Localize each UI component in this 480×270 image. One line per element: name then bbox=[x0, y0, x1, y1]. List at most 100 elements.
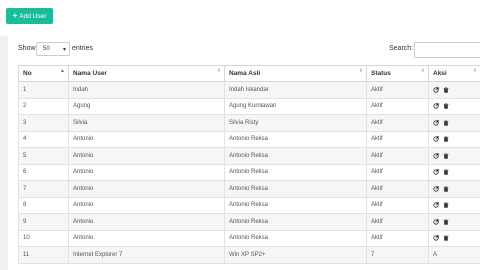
search-label: Search: bbox=[389, 45, 414, 52]
cell-no: 7 bbox=[18, 180, 69, 198]
cell-asli: Antonio Reksa bbox=[224, 180, 367, 198]
cell-user: Antonio bbox=[68, 180, 225, 198]
cell-no: 1 bbox=[18, 81, 69, 99]
cell-no: 2 bbox=[18, 97, 69, 115]
cell-status: Aktif bbox=[366, 97, 429, 115]
cell-status: Aktif bbox=[366, 114, 429, 132]
cell-aksi bbox=[428, 130, 480, 148]
cell-status: Aktif bbox=[366, 163, 429, 181]
sort-icon: ▲ bbox=[60, 68, 65, 74]
sort-icon: ⬍ bbox=[216, 68, 221, 74]
table-row: 8 Antonio Antonio Reksa Aktif bbox=[18, 196, 480, 214]
trash-icon[interactable] bbox=[443, 202, 449, 208]
cell-user: Antonio bbox=[68, 213, 225, 231]
cell-user: Antonio bbox=[68, 229, 225, 247]
show-label: Show bbox=[18, 45, 36, 52]
cell-no: 6 bbox=[18, 163, 69, 181]
cell-user: Antonio bbox=[68, 163, 225, 181]
top-bar: + Add User bbox=[0, 0, 480, 36]
table-header-row: No ▲ Nama User ⬍ Nama Asli ⬍ Status ⬍ Aksi ⬍ bbox=[18, 65, 480, 82]
table-row: 7 Antonio Antonio Reksa Aktif bbox=[18, 180, 480, 198]
trash-icon[interactable] bbox=[443, 186, 449, 192]
cell-status: Aktif bbox=[366, 81, 429, 99]
cell-status: 7 bbox=[366, 246, 429, 264]
table-row: 11 Internet Explorer 7 Win XP SP2+ 7 A bbox=[18, 246, 480, 264]
cell-aksi bbox=[428, 163, 480, 181]
trash-icon[interactable] bbox=[443, 120, 449, 126]
column-header-nama-user[interactable]: Nama User ⬍ bbox=[68, 65, 225, 82]
trash-icon[interactable] bbox=[443, 136, 449, 142]
trash-icon[interactable] bbox=[443, 87, 449, 93]
cell-no: 4 bbox=[18, 130, 69, 148]
entries-label: entries bbox=[72, 45, 94, 52]
table-row: 3 Silvia Silvia Risty Aktif bbox=[18, 114, 480, 132]
edit-icon[interactable] bbox=[433, 152, 439, 159]
edit-icon[interactable] bbox=[433, 218, 439, 225]
column-header-nama-asli[interactable]: Nama Asli ⬍ bbox=[224, 65, 367, 82]
search-input[interactable] bbox=[414, 42, 480, 58]
cell-user: Antonio bbox=[68, 196, 225, 214]
add-user-button[interactable]: + Add User bbox=[6, 8, 53, 24]
edit-icon[interactable] bbox=[433, 235, 439, 241]
edit-icon[interactable] bbox=[433, 103, 439, 109]
column-header-status[interactable]: Status ⬍ bbox=[366, 65, 429, 82]
cell-aksi bbox=[428, 114, 480, 132]
sort-icon: ⬍ bbox=[472, 68, 477, 74]
table-row: 4 Antonio Antonio Reksa Aktif bbox=[18, 130, 480, 148]
edit-icon[interactable] bbox=[433, 136, 439, 142]
cell-user: Antonio bbox=[68, 147, 225, 165]
table-row: 10 Antonio Antonio Reksa Aktif bbox=[18, 229, 480, 247]
cell-asli: Antonio Reksa bbox=[224, 163, 367, 181]
cell-no: 11 bbox=[18, 246, 69, 264]
edit-icon[interactable] bbox=[433, 86, 439, 93]
cell-asli: Indah Iskandar bbox=[224, 81, 367, 99]
cell-status: Aktif bbox=[366, 147, 429, 165]
edit-icon[interactable] bbox=[433, 119, 439, 126]
cell-aksi bbox=[428, 97, 480, 115]
edit-icon[interactable] bbox=[433, 202, 439, 208]
cell-user: Internet Explorer 7 bbox=[68, 246, 225, 264]
sort-icon: ⬍ bbox=[420, 68, 425, 74]
trash-icon[interactable] bbox=[443, 235, 449, 241]
edit-icon[interactable] bbox=[433, 185, 439, 192]
edit-icon[interactable] bbox=[433, 169, 439, 175]
chevron-down-icon: ▾ bbox=[62, 47, 66, 53]
cell-status: Aktif bbox=[366, 229, 429, 247]
cell-status: Aktif bbox=[366, 213, 429, 231]
cell-aksi bbox=[428, 213, 480, 231]
table-row: 1 Indah Indah Iskandar Aktif bbox=[18, 81, 480, 99]
column-header-no[interactable]: No ▲ bbox=[18, 65, 69, 82]
add-user-label: Add User bbox=[19, 12, 47, 20]
page-size-value: 50 bbox=[43, 46, 50, 52]
cell-asli: Win XP SP2+ bbox=[224, 246, 367, 264]
cell-asli: Antonio Reksa bbox=[224, 213, 367, 231]
cell-asli: Antonio Reksa bbox=[224, 130, 367, 148]
cell-aksi bbox=[428, 196, 480, 214]
trash-icon[interactable] bbox=[443, 153, 449, 159]
cell-aksi bbox=[428, 180, 480, 198]
cell-asli: Antonio Reksa bbox=[224, 147, 367, 165]
cell-aksi bbox=[428, 229, 480, 247]
page-size-select[interactable]: 50 ▾ bbox=[36, 42, 70, 56]
table-row: 6 Antonio Antonio Reksa Aktif bbox=[18, 163, 480, 181]
aksi-text: A bbox=[433, 251, 438, 258]
cell-asli: Silvia Risty bbox=[224, 114, 367, 132]
cell-no: 10 bbox=[18, 229, 69, 247]
column-header-aksi[interactable]: Aksi ⬍ bbox=[428, 65, 480, 82]
cell-user: Indah bbox=[68, 81, 225, 99]
cell-no: 5 bbox=[18, 147, 69, 165]
trash-icon[interactable] bbox=[443, 103, 449, 109]
cell-no: 3 bbox=[18, 114, 69, 132]
cell-status: Aktif bbox=[366, 196, 429, 214]
cell-no: 9 bbox=[18, 213, 69, 231]
cell-aksi bbox=[428, 147, 480, 165]
cell-status: Aktif bbox=[366, 130, 429, 148]
trash-icon[interactable] bbox=[443, 219, 449, 225]
cell-asli: Antonio Reksa bbox=[224, 229, 367, 247]
cell-no: 8 bbox=[18, 196, 69, 214]
cell-aksi: A bbox=[428, 246, 480, 264]
plus-icon: + bbox=[12, 11, 18, 20]
table-row: 5 Antonio Antonio Reksa Aktif bbox=[18, 147, 480, 165]
cell-user: Agung bbox=[68, 97, 225, 115]
trash-icon[interactable] bbox=[443, 169, 449, 175]
